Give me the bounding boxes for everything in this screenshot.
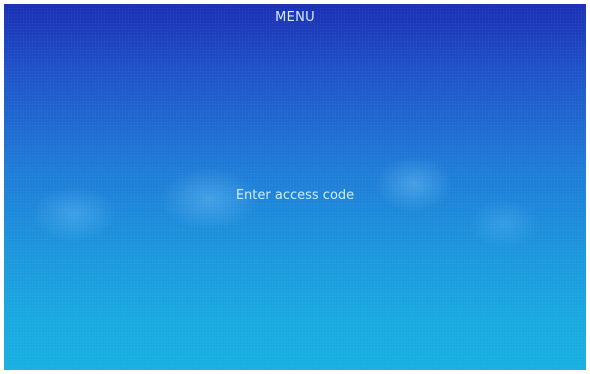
lock-screen: MENU Enter access code: [4, 4, 586, 370]
access-code-prompt: Enter access code: [235, 188, 355, 203]
menu-title[interactable]: MENU: [4, 10, 586, 25]
